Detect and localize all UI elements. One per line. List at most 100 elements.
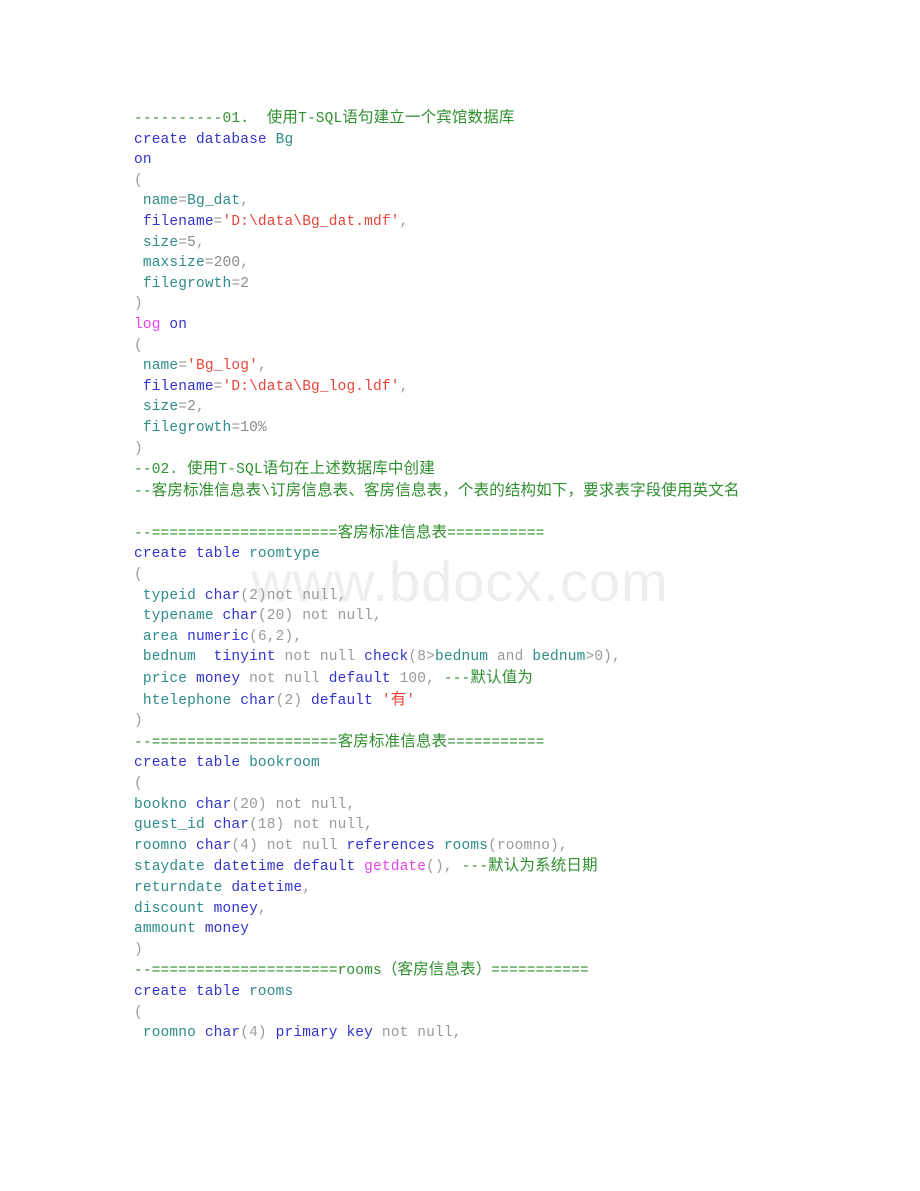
code-token-pl: not null xyxy=(275,649,365,666)
code-line: create database Bg xyxy=(134,130,834,151)
code-line: on xyxy=(134,150,834,171)
code-token-pl: ) xyxy=(134,713,143,730)
code-token-id: returndate xyxy=(134,879,223,896)
code-token-cmt: --===================== xyxy=(134,525,338,542)
code-token-cmt: 客房标准信息表 xyxy=(337,523,448,541)
code-token-kw: primary key xyxy=(275,1025,374,1042)
code-line: filegrowth=2 xyxy=(134,274,834,295)
code-line: htelephone char(2) default '有' xyxy=(134,690,834,712)
code-token-id: name xyxy=(142,193,179,210)
code-token-kw: char xyxy=(213,817,250,834)
code-token-id: guest_id xyxy=(134,817,205,834)
code-token-kw: money xyxy=(195,671,241,688)
code-line: typename char(20) not null, xyxy=(134,606,834,627)
code-token-cmt: 订房信息表、客房信息表，个表的结构如下，要求表字段使用英文名 xyxy=(270,481,740,499)
code-line: area numeric(6,2), xyxy=(134,627,834,648)
code-token-kw: on xyxy=(134,152,152,169)
code-line: --客房标准信息表\订房信息表、客房信息表，个表的结构如下，要求表字段使用英文名 xyxy=(134,481,834,503)
code-line: returndate datetime, xyxy=(134,878,834,899)
code-line: log on xyxy=(134,315,834,336)
code-token-cmt: --- xyxy=(443,671,471,688)
code-token-pl: not null xyxy=(266,837,347,854)
code-token-pl: (roomno), xyxy=(488,837,568,854)
code-token-id: bednum xyxy=(532,649,586,666)
code-token-id: typename xyxy=(142,608,214,625)
code-token-id: Bg_dat xyxy=(187,193,241,210)
code-token-pl: >0), xyxy=(585,649,621,666)
code-token-pl: , xyxy=(240,193,250,210)
code-token-pl: not null xyxy=(240,671,329,688)
code-token-pl: = xyxy=(178,234,188,251)
code-token-id: name xyxy=(142,358,179,375)
code-token-str: ' xyxy=(381,692,391,709)
code-token-pl: = xyxy=(204,255,214,272)
code-token-pl: (6,2), xyxy=(249,628,303,645)
code-token-pl: = xyxy=(231,275,241,292)
code-token-pl: (8> xyxy=(408,649,435,666)
code-token-cmt: 使用 xyxy=(187,460,219,478)
code-token-pl: , xyxy=(240,255,250,272)
code-token-id: filegrowth xyxy=(142,419,232,436)
code-token-id: bookroom xyxy=(249,755,320,772)
code-token-kw: money xyxy=(213,900,258,917)
code-token-fn: log xyxy=(134,316,161,333)
code-token-cmt: 默认值为 xyxy=(470,669,534,687)
code-line: filename='D:\data\Bg_log.ldf', xyxy=(134,377,834,398)
code-token-pl: , xyxy=(195,399,205,416)
code-token-cmt: 默认为系统日期 xyxy=(488,857,598,875)
code-token-id: ammount xyxy=(134,921,196,938)
code-line: guest_id char(18) not null, xyxy=(134,815,834,836)
code-token-num: 10% xyxy=(240,419,267,436)
code-token-pl: not null xyxy=(275,796,347,813)
code-token-cmt: --- xyxy=(461,859,489,876)
code-line: ( xyxy=(134,336,834,357)
code-token-pl: , xyxy=(373,608,382,625)
code-token-id: filegrowth xyxy=(142,275,232,292)
code-line: ammount money xyxy=(134,919,834,940)
code-token-pl: , xyxy=(337,587,347,604)
code-token-pl: ( xyxy=(134,1004,143,1021)
code-line: staydate datetime default getdate(), ---… xyxy=(134,856,834,878)
code-token-pl: = xyxy=(178,358,188,375)
code-token-kw: char xyxy=(222,608,258,625)
code-line xyxy=(134,502,834,523)
code-line: size=5, xyxy=(134,233,834,254)
code-token-pl: = xyxy=(213,378,223,395)
code-line: ) xyxy=(134,940,834,961)
code-line: create table bookroom xyxy=(134,753,834,774)
code-line: maxsize=200, xyxy=(134,253,834,274)
code-token-pl: and xyxy=(488,649,533,666)
code-line: ( xyxy=(134,171,834,192)
code-token-pl: not null xyxy=(381,1025,453,1042)
code-token-pl: (18) xyxy=(249,817,294,834)
code-token-id: size xyxy=(142,399,179,416)
code-token-cmt: =========== xyxy=(447,525,545,542)
code-token-pl: = xyxy=(231,419,241,436)
code-line: ( xyxy=(134,565,834,586)
code-token-cmt: --02. xyxy=(134,462,188,479)
code-token-id: roomtype xyxy=(249,546,320,563)
code-token-kw: datetime xyxy=(213,859,285,876)
code-token-kw: references xyxy=(346,837,435,854)
code-token-pl: (2) xyxy=(240,587,267,604)
code-token-id: roomno xyxy=(142,1025,196,1042)
code-token-id: rooms xyxy=(443,837,489,854)
